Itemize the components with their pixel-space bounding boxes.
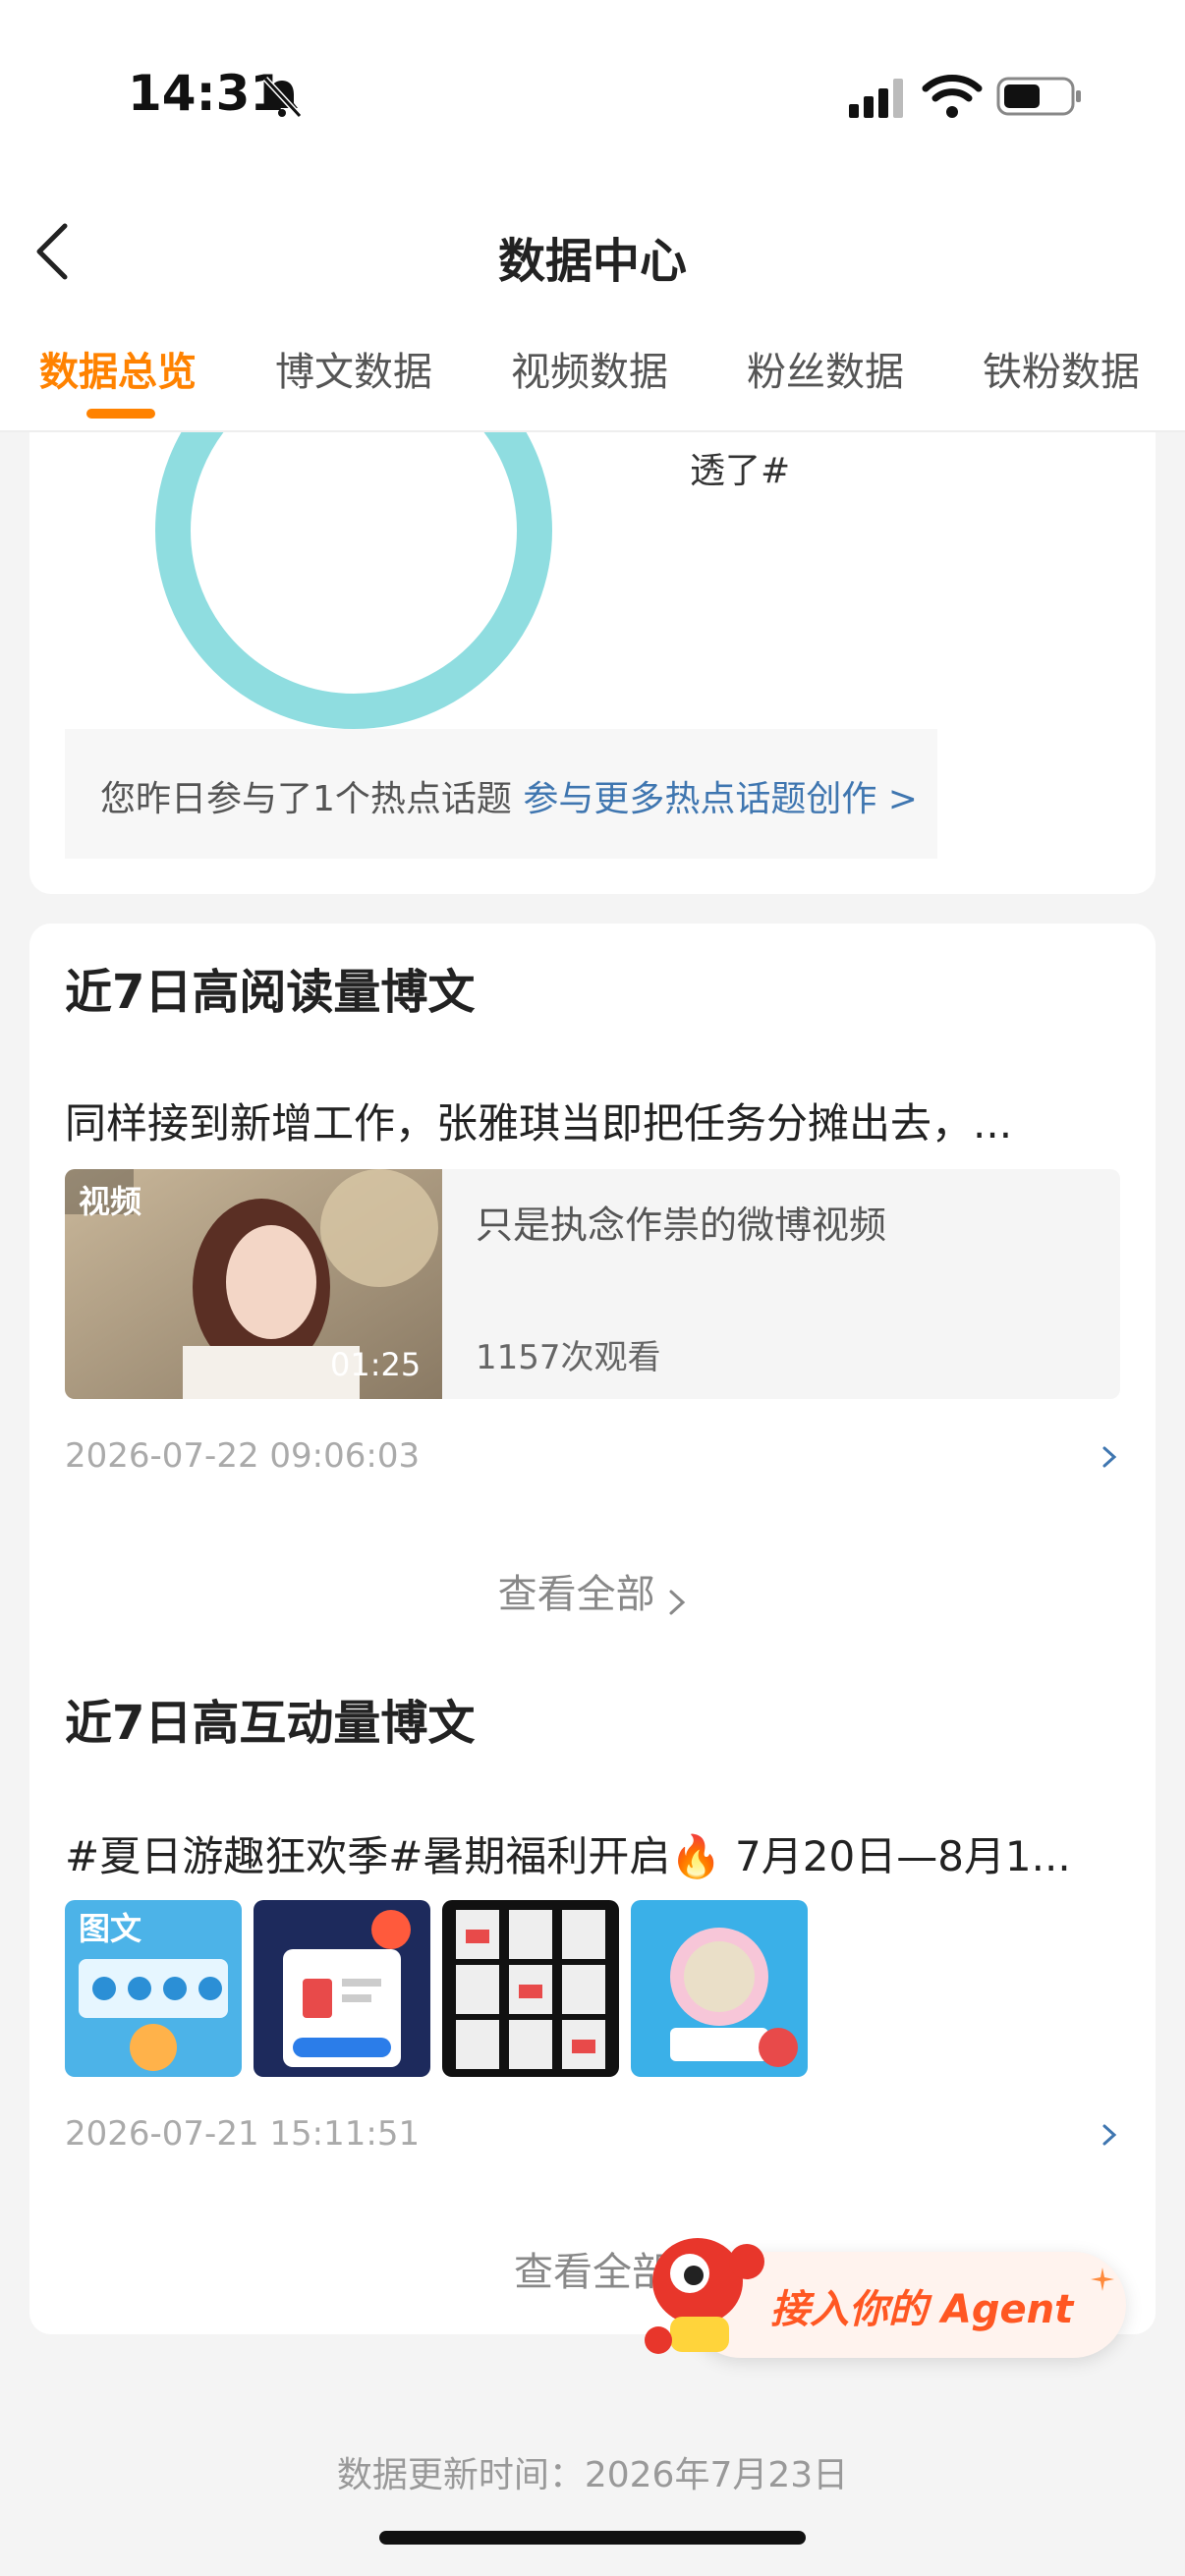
video-title: 只是执念作祟的微博视频 (476, 1204, 887, 1247)
high-interact-post-title[interactable]: #夏日游趣狂欢季#暑期福利开启🔥 7月20日—8月1... (65, 1823, 1126, 1883)
tab-iron-fan-data[interactable]: 铁粉数据 (943, 340, 1179, 397)
agent-label: 接入你的 Agent (770, 2287, 1074, 2332)
top-posts-card: 近7日高阅读量博文 同样接到新增工作，张雅琪当即把任务分摊出去，... 视频 0… (29, 924, 1156, 2334)
image-tag: 图文 (79, 1910, 142, 1947)
post-image-1[interactable]: 图文 (65, 1900, 242, 2077)
view-all-label: 查看全部 (497, 1572, 655, 1617)
high-read-view-all[interactable]: 查看全部 (29, 1562, 1156, 1619)
hot-topic-link[interactable]: 参与更多热点话题创作 > (523, 779, 918, 819)
video-duration: 01:25 (330, 1346, 422, 1383)
chevron-right-icon[interactable] (1099, 2118, 1120, 2152)
high-interact-title: 近7日高互动量博文 (65, 1696, 476, 1751)
chevron-right-icon[interactable] (1099, 1440, 1120, 1474)
hot-topic-text: 您昨日参与了1个热点话题 (100, 779, 512, 819)
active-tab-indicator (86, 409, 155, 419)
page-title: 数据中心 (497, 234, 687, 289)
chevron-right-icon (667, 1582, 687, 1615)
signal-icon (849, 79, 903, 118)
bell-muted-icon (262, 76, 303, 119)
video-views: 1157次观看 (476, 1338, 661, 1377)
nav-bar: 数据中心 (0, 187, 1185, 314)
wifi-icon (922, 75, 983, 118)
post-image-4[interactable] (631, 1900, 808, 2077)
video-card[interactable]: 视频 01:25 只是执念作祟的微博视频 1157次观看 (65, 1169, 1120, 1399)
video-tag: 视频 (79, 1183, 142, 1220)
tab-post-data[interactable]: 博文数据 (236, 340, 472, 397)
high-interact-date: 2026-07-21 15:11:51 (65, 2114, 421, 2154)
high-read-title: 近7日高阅读量博文 (65, 965, 476, 1020)
post-image-2[interactable] (254, 1900, 430, 2077)
status-bar: 14:31 (0, 0, 1185, 187)
high-read-post-title[interactable]: 同样接到新增工作，张雅琪当即把任务分摊出去，... (65, 1091, 1126, 1150)
tab-bar: 数据总览 博文数据 视频数据 粉丝数据 铁粉数据 (0, 314, 1185, 432)
hot-topic-box: 您昨日参与了1个热点话题 参与更多热点话题创作 > (65, 729, 937, 859)
topic-card: 透了# 您昨日参与了1个热点话题 参与更多热点话题创作 > (29, 432, 1156, 894)
data-update-time: 数据更新时间：2026年7月23日 (336, 2455, 849, 2495)
sparkle-icon (1091, 2268, 1114, 2291)
battery-icon (996, 77, 1081, 116)
topic-label-fragment: 透了# (690, 451, 791, 491)
home-indicator[interactable] (379, 2531, 806, 2545)
mascot-icon[interactable] (629, 2222, 776, 2370)
tab-fan-data[interactable]: 粉丝数据 (707, 340, 943, 397)
post-image-3[interactable] (442, 1900, 619, 2077)
tab-video-data[interactable]: 视频数据 (472, 340, 707, 397)
high-read-date: 2026-07-22 09:06:03 (65, 1436, 421, 1476)
tab-overview[interactable]: 数据总览 (0, 340, 236, 397)
topic-donut-chart (155, 432, 552, 729)
